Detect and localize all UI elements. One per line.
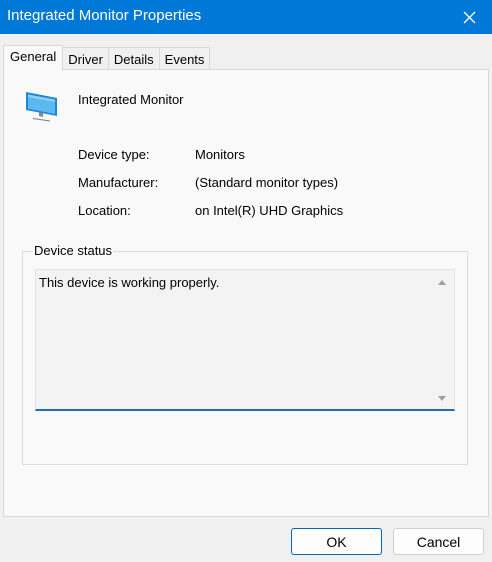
scroll-down-arrow-icon[interactable]	[438, 396, 446, 401]
cancel-button[interactable]: Cancel	[393, 528, 484, 555]
general-tab-panel: Integrated Monitor Device type: Monitors…	[3, 69, 489, 517]
monitor-icon	[26, 92, 57, 122]
close-icon	[463, 11, 475, 23]
device-status-textbox[interactable]: This device is working properly.	[35, 269, 455, 411]
tab-events[interactable]: Events	[159, 47, 211, 70]
tab-general[interactable]: General	[3, 45, 64, 71]
close-button[interactable]	[446, 0, 492, 34]
manufacturer-label: Manufacturer:	[78, 175, 159, 190]
device-status-text: This device is working properly.	[39, 275, 220, 290]
device-type-value: Monitors	[195, 147, 245, 162]
tab-driver[interactable]: Driver	[63, 47, 109, 70]
title-bar: Integrated Monitor Properties	[0, 0, 492, 34]
device-name: Integrated Monitor	[78, 92, 184, 107]
location-value: on Intel(R) UHD Graphics	[195, 203, 344, 218]
device-status-group: Device status This device is working pro…	[22, 243, 468, 465]
tab-strip: General Driver Details Events	[3, 45, 211, 71]
device-status-legend: Device status	[33, 243, 114, 259]
window-title: Integrated Monitor Properties	[7, 7, 202, 24]
ok-button[interactable]: OK	[291, 528, 382, 555]
location-label: Location:	[78, 203, 131, 218]
manufacturer-value: (Standard monitor types)	[195, 175, 339, 190]
scroll-up-arrow-icon[interactable]	[438, 280, 446, 285]
device-type-label: Device type:	[78, 147, 150, 162]
tab-details[interactable]: Details	[108, 47, 160, 70]
